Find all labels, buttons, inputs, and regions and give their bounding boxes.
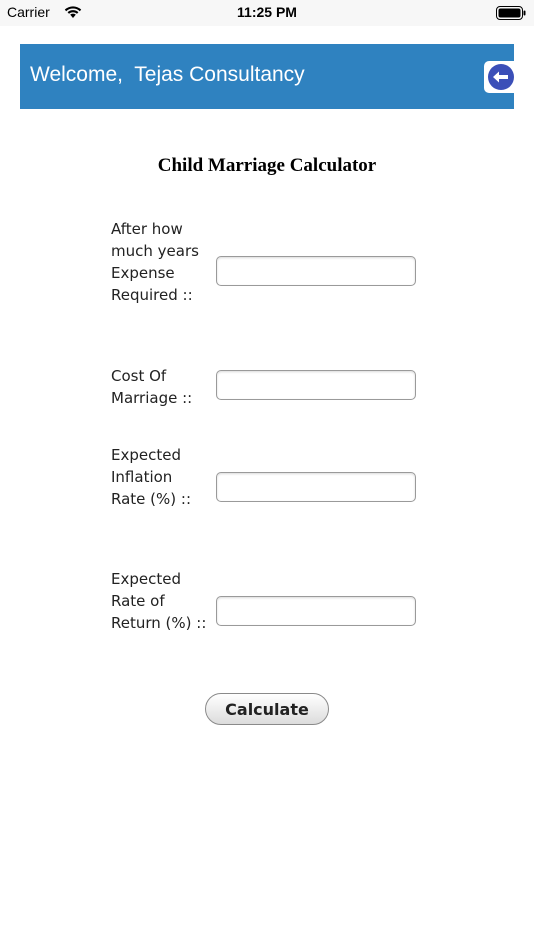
field-label-cost: Cost Of Marriage :: — [111, 367, 193, 407]
return-input[interactable] — [216, 596, 416, 626]
cost-input[interactable] — [216, 370, 416, 400]
inflation-input[interactable] — [216, 472, 416, 502]
header-title: Welcome, Tejas Consultancy — [30, 63, 305, 86]
calculate-button[interactable]: Calculate — [205, 693, 329, 725]
field-label-return: Expected Rate of Return (%) :: — [111, 570, 207, 632]
years-input[interactable] — [216, 256, 416, 286]
page-title: Child Marriage Calculator — [157, 155, 377, 176]
battery-icon — [496, 6, 526, 20]
status-bar: Carrier 11:25 PM — [0, 0, 534, 26]
back-arrow-icon — [484, 61, 514, 93]
back-button[interactable] — [484, 61, 514, 93]
field-label-inflation: Expected Inflation Rate (%) :: — [111, 446, 191, 508]
header-bar: Welcome, Tejas Consultancy — [20, 44, 514, 109]
field-label-years: After how much years Expense Required :: — [111, 220, 199, 304]
status-time: 11:25 PM — [237, 4, 297, 20]
